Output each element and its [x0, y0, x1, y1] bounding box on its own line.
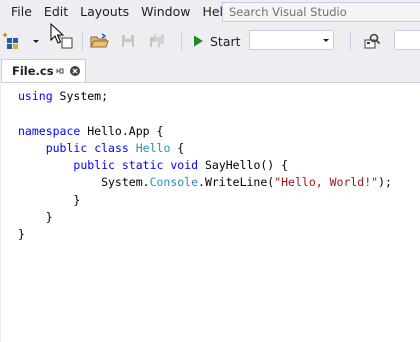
- code-token: namespace: [18, 123, 81, 138]
- menu-edit[interactable]: Edit: [39, 1, 73, 23]
- code-token: }: [18, 227, 25, 242]
- code-line: System.Console.WriteLine("Hello, World!"…: [18, 174, 392, 191]
- code-token: System.: [18, 175, 150, 190]
- visual-studio-window: File Edit Layouts Window Help Search Vis…: [0, 0, 420, 342]
- close-icon[interactable]: [69, 65, 81, 77]
- tab-label: File.cs: [12, 64, 54, 78]
- menu-file[interactable]: File: [6, 1, 37, 23]
- code-editor[interactable]: using System; namespace Hello.App { publi…: [1, 82, 420, 342]
- code-token: "Hello, World!": [274, 175, 379, 190]
- code-token: SayHello() {: [198, 158, 289, 173]
- start-label: Start: [210, 33, 241, 49]
- configuration-dropdown[interactable]: [249, 30, 334, 50]
- code-text[interactable]: using System; namespace Hello.App { publi…: [18, 88, 392, 244]
- code-token: }: [18, 210, 53, 225]
- code-line: using System;: [18, 88, 392, 105]
- code-token: );: [378, 175, 392, 190]
- open-folder-icon[interactable]: [88, 30, 110, 52]
- code-token: using: [18, 89, 53, 103]
- code-token: void: [170, 158, 199, 173]
- code-token: public: [45, 140, 88, 155]
- play-icon: [194, 35, 203, 47]
- toolbar-separator: [350, 31, 351, 51]
- code-token: Console: [149, 175, 199, 190]
- code-token: static: [121, 158, 164, 173]
- start-button[interactable]: Start: [191, 30, 243, 52]
- chevron-down-icon[interactable]: [30, 30, 42, 52]
- code-token: System;: [52, 89, 109, 103]
- mouse-cursor-icon: [50, 23, 64, 44]
- code-token: Hello: [135, 140, 171, 155]
- new-project-icon[interactable]: [2, 30, 24, 52]
- code-line: public class Hello {: [18, 140, 392, 157]
- document-tab-strip: File.cs: [0, 58, 420, 82]
- tab-file-cs[interactable]: File.cs: [1, 59, 86, 82]
- toolbar-input[interactable]: [394, 30, 420, 50]
- code-token: }: [18, 192, 81, 207]
- menu-layouts[interactable]: Layouts: [75, 1, 134, 23]
- code-token: Hello.App {: [80, 123, 164, 138]
- save-all-icon[interactable]: [146, 30, 168, 52]
- code-token: public: [73, 158, 115, 173]
- code-token: .WriteLine(: [198, 175, 275, 190]
- code-line: public static void SayHello() {: [18, 157, 392, 174]
- code-token: {: [170, 140, 185, 155]
- find-icon[interactable]: [361, 30, 383, 52]
- code-line: }: [18, 209, 392, 226]
- menu-window[interactable]: Window: [136, 1, 195, 23]
- save-icon[interactable]: [117, 30, 139, 52]
- pin-icon[interactable]: [54, 65, 66, 77]
- code-line: }: [18, 192, 392, 209]
- chevron-down-icon: [323, 39, 329, 42]
- toolbar-separator: [181, 31, 182, 51]
- code-token: class: [94, 140, 129, 155]
- search-input[interactable]: Search Visual Studio: [222, 2, 420, 22]
- toolbar-separator: [82, 31, 83, 51]
- code-line: namespace Hello.App {: [18, 123, 392, 140]
- code-line: }: [18, 226, 392, 243]
